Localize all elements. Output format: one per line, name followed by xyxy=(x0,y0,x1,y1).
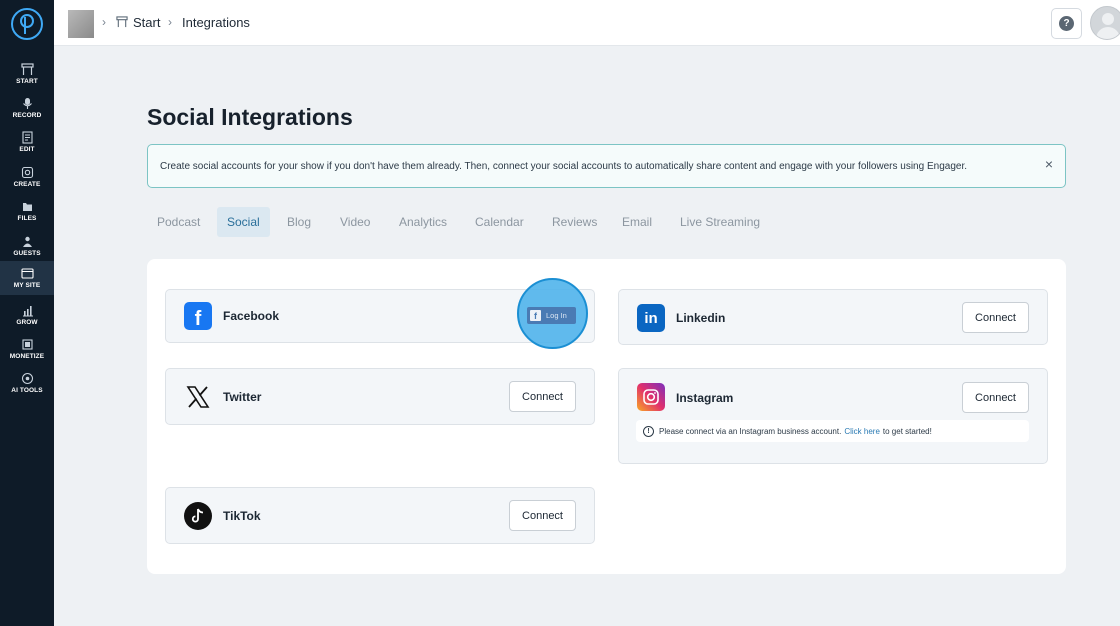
tab-social[interactable]: Social xyxy=(217,207,270,237)
sidebar-item-create[interactable]: CREATE xyxy=(0,160,54,194)
twitter-label: Twitter xyxy=(223,390,262,404)
sidebar-item-start[interactable]: START xyxy=(0,57,54,91)
sidebar-item-my-site[interactable]: MY SITE xyxy=(0,261,54,295)
linkedin-label: Linkedin xyxy=(676,311,726,325)
breadcrumb-current: Integrations xyxy=(182,15,250,30)
instagram-note: ! Please connect via an Instagram busine… xyxy=(636,420,1029,442)
click-here-link[interactable]: Click here xyxy=(844,427,880,436)
sidebar-item-label: GUESTS xyxy=(13,250,41,257)
tiktok-connect-button[interactable]: Connect xyxy=(509,500,576,531)
logo-icon xyxy=(20,14,34,34)
sidebar-item-label: RECORD xyxy=(12,112,42,119)
help-icon: ? xyxy=(1059,16,1074,31)
sidebar-item-ai-tools[interactable]: AI TOOLS xyxy=(0,366,54,400)
chart-icon xyxy=(22,306,33,317)
sidebar-item-label: FILES xyxy=(17,215,37,222)
sidebar-item-label: CREATE xyxy=(13,181,41,188)
sidebar: START RECORD EDIT CREATE FILES GUESTS MY… xyxy=(0,0,54,626)
tab-live-streaming[interactable]: Live Streaming xyxy=(670,207,770,237)
sidebar-item-files[interactable]: FILES xyxy=(0,194,54,228)
info-icon: ! xyxy=(643,425,654,437)
facebook-label: Facebook xyxy=(223,309,280,323)
ai-tools-icon xyxy=(21,372,33,385)
sidebar-item-label: GROW xyxy=(16,319,38,326)
linkedin-card: in Linkedin Connect xyxy=(618,289,1048,345)
tab-reviews[interactable]: Reviews xyxy=(542,207,607,237)
tab-email[interactable]: Email xyxy=(612,207,662,237)
close-icon[interactable]: × xyxy=(1045,156,1053,172)
sidebar-item-guests[interactable]: GUESTS xyxy=(0,229,54,263)
linkedin-icon: in xyxy=(637,304,665,332)
avatar-head xyxy=(1102,13,1114,25)
show-thumbnail[interactable] xyxy=(68,10,94,38)
microphone-icon xyxy=(22,98,32,109)
x-logo-icon xyxy=(184,383,212,411)
tiktok-icon xyxy=(184,502,212,530)
note-text: Please connect via an Instagram business… xyxy=(659,426,842,436)
facebook-icon: f xyxy=(530,310,541,321)
avatar[interactable] xyxy=(1090,6,1120,40)
top-header: › Start › Integrations ? xyxy=(54,0,1120,46)
note-text-end: to get started! xyxy=(882,426,932,436)
files-icon xyxy=(22,203,32,211)
page-title: Social Integrations xyxy=(147,104,353,130)
home-icon xyxy=(116,16,128,28)
tiktok-card: TikTok Connect xyxy=(165,487,595,544)
sidebar-item-label: AI TOOLS xyxy=(11,387,43,394)
info-banner: Create social accounts for your show if … xyxy=(147,144,1066,188)
sidebar-item-label: EDIT xyxy=(19,146,35,153)
facebook-login-button[interactable]: f Log In xyxy=(527,307,576,324)
chevron-right-icon: › xyxy=(102,15,106,29)
sidebar-item-label: MONETIZE xyxy=(9,353,45,360)
sidebar-item-record[interactable]: RECORD xyxy=(0,91,54,125)
sidebar-item-label: MY SITE xyxy=(13,282,41,289)
twitter-card: Twitter Connect xyxy=(165,368,595,425)
help-button[interactable]: ? xyxy=(1051,8,1082,39)
sidebar-item-monetize[interactable]: MONETIZE xyxy=(0,332,54,366)
create-icon xyxy=(21,166,33,179)
app-logo[interactable] xyxy=(11,8,43,40)
instagram-icon xyxy=(637,383,665,411)
banner-text: Create social accounts for your show if … xyxy=(160,161,967,172)
linkedin-connect-button[interactable]: Connect xyxy=(962,302,1029,333)
twitter-connect-button[interactable]: Connect xyxy=(509,381,576,412)
tiktok-label: TikTok xyxy=(223,509,261,523)
monetize-icon xyxy=(21,339,33,350)
login-label: Log In xyxy=(546,311,567,320)
instagram-connect-button[interactable]: Connect xyxy=(962,382,1029,413)
chevron-right-icon: › xyxy=(168,15,172,29)
tab-analytics[interactable]: Analytics xyxy=(389,207,457,237)
facebook-icon: f xyxy=(184,302,212,330)
site-icon xyxy=(20,268,34,279)
avatar-body xyxy=(1096,27,1120,39)
breadcrumb-start[interactable]: Start xyxy=(133,15,160,30)
sidebar-item-label: START xyxy=(16,78,38,85)
guests-icon xyxy=(22,236,32,247)
tab-video[interactable]: Video xyxy=(330,207,380,237)
tab-podcast[interactable]: Podcast xyxy=(147,207,210,237)
tab-calendar[interactable]: Calendar xyxy=(465,207,534,237)
edit-icon xyxy=(21,131,33,144)
instagram-label: Instagram xyxy=(676,391,734,405)
home-icon xyxy=(20,63,34,75)
instagram-card: Instagram Connect xyxy=(618,368,1048,464)
sidebar-item-edit[interactable]: EDIT xyxy=(0,125,54,159)
sidebar-item-grow[interactable]: GROW xyxy=(0,298,54,332)
tab-blog[interactable]: Blog xyxy=(277,207,321,237)
